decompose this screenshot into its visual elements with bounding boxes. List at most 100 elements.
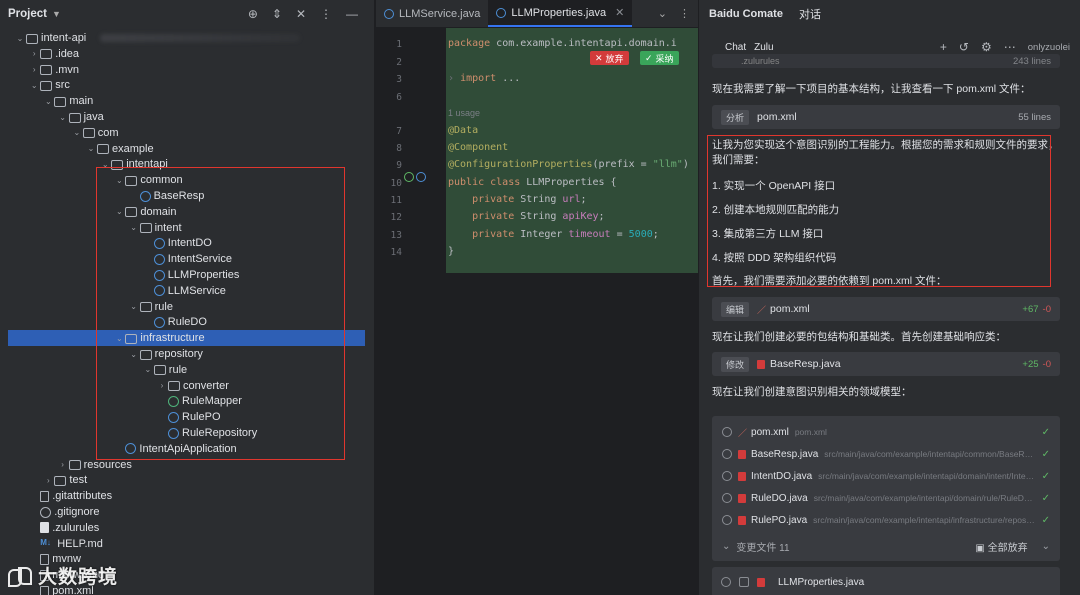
chevron-right-icon[interactable]: ›: [28, 65, 40, 74]
tab-chat[interactable]: 对话: [799, 6, 821, 22]
folder-icon: [97, 144, 109, 155]
chevron-down-icon[interactable]: ⌄: [1042, 541, 1050, 552]
tree-item-label: .zulurules: [52, 521, 100, 534]
close-tab-icon[interactable]: ✕: [615, 6, 624, 19]
link-icon[interactable]: [722, 449, 732, 459]
reject-button[interactable]: ✕ 放弃: [590, 51, 629, 65]
tree-item-label: HELP.md: [57, 537, 103, 550]
chevron-down-icon[interactable]: ⌄: [71, 128, 83, 137]
analyze-card[interactable]: 分析 pom.xml 55 lines: [712, 105, 1060, 129]
tree-item[interactable]: ⌄ com: [0, 125, 374, 141]
code-line[interactable]: › import ...: [448, 73, 520, 84]
attached-file-card[interactable]: LLMProperties.java: [712, 567, 1060, 595]
folder-icon: [40, 49, 53, 60]
card-tag: 修改: [721, 356, 750, 372]
image-icon[interactable]: [739, 577, 749, 587]
ignore-file-icon: [40, 506, 52, 518]
code-line[interactable]: 1 usage: [448, 108, 480, 119]
chevron-down-icon[interactable]: ⌄: [28, 81, 40, 90]
minimize-icon[interactable]: —: [346, 7, 358, 21]
chevron-down-icon[interactable]: ⌄: [658, 7, 667, 20]
tree-item[interactable]: › .mvn: [0, 62, 374, 78]
accept-button[interactable]: ✓ 采纳: [640, 51, 679, 65]
changed-file-row[interactable]: RulePO.java src/main/java/com/example/int…: [722, 512, 1050, 528]
tree-item[interactable]: ⌄ example: [0, 141, 374, 157]
tree-item[interactable]: › .idea: [0, 46, 374, 62]
expand-collapse-icon[interactable]: ⇕: [272, 7, 282, 21]
changed-file-row[interactable]: ／ pom.xml pom.xml ✓: [722, 424, 1050, 440]
more-icon[interactable]: ⋮: [679, 7, 690, 20]
modify-card[interactable]: 修改 BaseResp.java +25 -0: [712, 352, 1060, 376]
xml-file-icon: ／: [738, 427, 748, 438]
more-icon[interactable]: ⋮: [320, 7, 332, 21]
file-name: BaseResp.java: [751, 448, 819, 460]
tree-item[interactable]: ⌄ java: [0, 109, 374, 125]
bean-icon[interactable]: [404, 172, 414, 182]
chevron-down-icon[interactable]: ⌄: [42, 97, 54, 106]
gear-icon[interactable]: ⚙: [981, 40, 992, 54]
chevron-right-icon[interactable]: ›: [42, 476, 54, 485]
card-tag: 分析: [721, 109, 750, 125]
chevron-down-icon[interactable]: ⌄: [85, 144, 97, 153]
folder-icon: [68, 460, 81, 471]
assistant-panel: Baidu Comate 对话 Chat Zulu + ↺ ⚙ ⋯ onlyzu…: [699, 0, 1080, 595]
discard-all-button[interactable]: ▣ 全部放弃: [975, 539, 1027, 554]
file-name: RulePO.java: [751, 514, 808, 526]
chat-mode[interactable]: Chat: [725, 42, 746, 53]
link-icon[interactable]: [721, 577, 731, 587]
code-line[interactable]: private String url;: [448, 194, 586, 205]
tree-item[interactable]: .gitignore: [0, 504, 374, 520]
chevron-right-icon[interactable]: ›: [28, 49, 40, 58]
history-icon[interactable]: ↺: [959, 40, 969, 54]
code-line[interactable]: @Component: [448, 142, 508, 153]
chevron-down-icon[interactable]: ▼: [52, 9, 61, 19]
chevron-down-icon[interactable]: ⌄: [722, 541, 730, 552]
code-line[interactable]: @ConfigurationProperties(prefix = "llm"): [448, 159, 689, 170]
chevron-right-icon[interactable]: ›: [57, 460, 69, 469]
changed-file-row[interactable]: BaseResp.java src/main/java/com/example/i…: [722, 446, 1050, 462]
locate-icon[interactable]: ⊕: [248, 7, 258, 21]
folder-icon: [26, 33, 38, 44]
changed-file-row[interactable]: RuleDO.java src/main/java/com/example/int…: [722, 490, 1050, 506]
tree-item[interactable]: .gitattributes: [0, 488, 374, 504]
link-icon[interactable]: [722, 515, 732, 525]
class-icon: [384, 8, 394, 19]
card-file: pom.xml: [770, 303, 810, 315]
code-line[interactable]: private Integer timeout = 5000;: [448, 229, 659, 240]
code-line[interactable]: @Data: [448, 125, 478, 136]
plus-icon[interactable]: +: [940, 40, 947, 54]
line-number: 7: [396, 126, 402, 137]
tab-llmservice[interactable]: LLMService.java: [376, 0, 488, 27]
tree-item[interactable]: M↓ HELP.md: [0, 536, 374, 552]
folder-icon: [54, 96, 67, 107]
context-card[interactable]: .zulurules 243 lines: [712, 54, 1060, 68]
line-number: 1: [396, 39, 402, 50]
redacted-path: [100, 34, 301, 42]
chevron-down-icon[interactable]: ⌄: [57, 113, 69, 122]
line-number: 9: [396, 160, 402, 171]
code-line[interactable]: public class LLMProperties {: [448, 177, 617, 188]
class-icon[interactable]: [416, 172, 426, 182]
tree-item[interactable]: ⌄ main: [0, 93, 374, 109]
more-icon[interactable]: ⋯: [1004, 40, 1016, 54]
code-line[interactable]: package com.example.intentapi.domain.i: [448, 38, 677, 49]
zulu-mode[interactable]: Zulu: [754, 42, 773, 53]
tree-item[interactable]: .zulurules: [0, 520, 374, 536]
tree-item[interactable]: › test: [0, 472, 374, 488]
link-icon[interactable]: [722, 471, 732, 481]
lines-removed: -0: [1042, 358, 1051, 370]
tree-item[interactable]: ⌄ intent-api: [0, 30, 374, 46]
changed-file-row[interactable]: IntentDO.java src/main/java/com/example/i…: [722, 468, 1050, 484]
link-icon[interactable]: [722, 493, 732, 503]
code-line[interactable]: private String apiKey;: [448, 211, 604, 222]
link-icon[interactable]: [722, 427, 732, 437]
tree-item[interactable]: ⌄ src: [0, 77, 374, 93]
edit-card[interactable]: 编辑 ／ pom.xml +67 -0: [712, 297, 1060, 321]
close-icon[interactable]: ✕: [296, 7, 306, 21]
code-line[interactable]: }: [448, 246, 454, 257]
project-title[interactable]: Project: [8, 8, 47, 20]
watermark-logo-icon: [6, 565, 32, 587]
tab-llmproperties[interactable]: LLMProperties.java ✕: [488, 0, 633, 27]
chevron-down-icon[interactable]: ⌄: [14, 34, 26, 43]
file-name: RuleDO.java: [751, 492, 808, 504]
